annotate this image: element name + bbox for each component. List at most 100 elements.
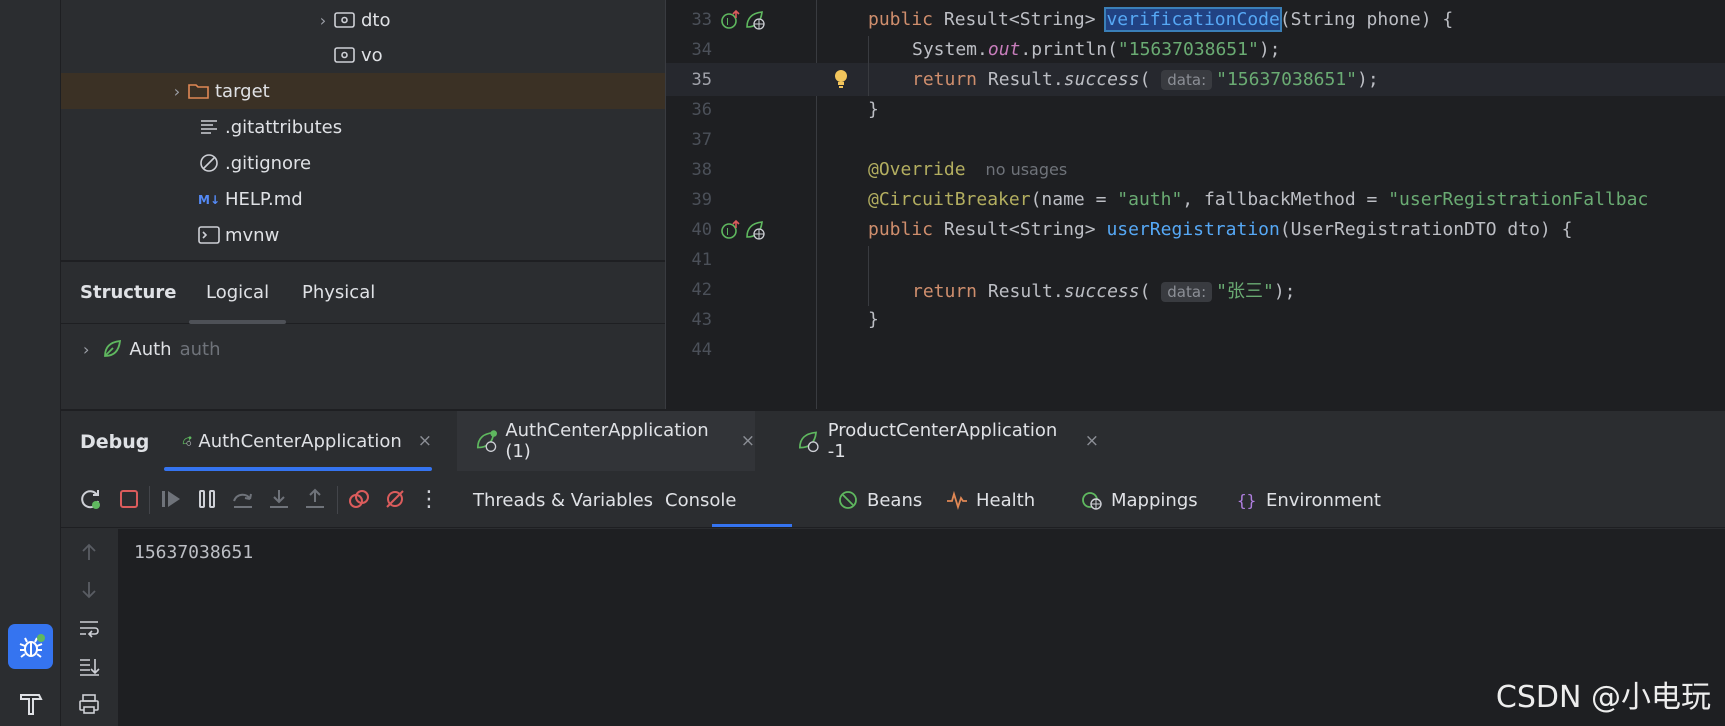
arrow-down-icon xyxy=(82,582,96,599)
text-file-icon xyxy=(197,116,221,138)
code-line[interactable]: 34 System.out.println("15637038651"); xyxy=(666,33,1725,66)
implementation-icon[interactable]: I xyxy=(720,9,742,31)
code-line[interactable]: 33 I public Result<String> verificationC… xyxy=(666,3,1725,36)
lightbulb-icon[interactable] xyxy=(831,68,851,95)
build-tool-button[interactable] xyxy=(8,680,53,725)
code-line[interactable]: 41 xyxy=(666,243,1725,276)
line-number: 36 xyxy=(691,99,712,120)
debug-tab-product-center[interactable]: ProductCenterApplication -1 × xyxy=(779,411,1099,471)
tree-item-mvnw[interactable]: mvnw xyxy=(61,217,665,253)
debug-tab-label: ProductCenterApplication -1 xyxy=(827,420,1058,462)
chevron-right-icon[interactable]: › xyxy=(167,82,187,101)
tree-item-vo[interactable]: vo xyxy=(61,37,665,73)
code-line[interactable]: 40 I public Result<String> userRegistrat… xyxy=(666,213,1725,246)
tree-item-gitignore[interactable]: .gitignore xyxy=(61,145,665,181)
arrow-up-icon xyxy=(82,543,96,560)
ignore-file-icon xyxy=(197,152,221,174)
code-text: return Result.success( data: "15637038651… xyxy=(912,69,1379,90)
gutter-icons[interactable]: I xyxy=(720,9,766,31)
code-line[interactable]: 42 return Result.success( data: "张三"); xyxy=(666,273,1725,306)
close-icon[interactable]: × xyxy=(741,431,755,451)
line-number: 33 xyxy=(691,9,712,30)
tab-console[interactable]: Console xyxy=(665,472,736,528)
tree-item-dto[interactable]: › dto xyxy=(61,2,665,38)
close-icon[interactable]: × xyxy=(418,431,432,451)
code-text: @CircuitBreaker(name = "auth", fallbackM… xyxy=(868,189,1649,210)
mute-breakpoints-button[interactable] xyxy=(381,485,409,513)
tab-mappings[interactable]: Mappings xyxy=(1081,472,1198,528)
tab-physical[interactable]: Physical xyxy=(302,282,375,303)
line-number: 34 xyxy=(691,39,712,60)
svg-text:M↓: M↓ xyxy=(198,193,220,207)
console-output[interactable]: 15637038651 xyxy=(118,529,1725,726)
soft-wrap-button[interactable] xyxy=(76,615,102,641)
rerun-button[interactable] xyxy=(77,485,105,513)
line-number: 38 xyxy=(691,159,712,180)
line-number: 42 xyxy=(691,279,712,300)
more-options-button[interactable]: ⋮ xyxy=(415,485,443,513)
tab-environment[interactable]: {} Environment xyxy=(1236,472,1381,528)
code-line-current[interactable]: 35 return Result.success( data: "15637038… xyxy=(666,63,1725,96)
tree-item-target[interactable]: › target xyxy=(61,73,665,109)
line-number: 44 xyxy=(691,339,712,360)
scroll-to-end-button[interactable] xyxy=(76,653,102,679)
tree-item-help-md[interactable]: M↓ HELP.md xyxy=(61,181,665,217)
close-icon[interactable]: × xyxy=(1085,431,1099,451)
code-line[interactable]: 36 } xyxy=(666,93,1725,126)
code-line[interactable]: 43 } xyxy=(666,303,1725,336)
spring-run-icon xyxy=(182,436,192,446)
structure-node-hint: auth xyxy=(179,338,221,360)
mappings-icon xyxy=(1082,492,1102,510)
tab-health[interactable]: Health xyxy=(946,472,1035,528)
step-into-button[interactable] xyxy=(265,485,293,513)
debug-tool-button[interactable] xyxy=(8,624,53,669)
active-view-indicator xyxy=(712,524,792,527)
health-icon xyxy=(947,490,967,510)
line-number: 43 xyxy=(691,309,712,330)
step-over-button[interactable] xyxy=(229,485,257,513)
beans-icon xyxy=(839,491,857,509)
scroll-to-end-icon xyxy=(80,659,100,676)
rerun-debug-icon xyxy=(81,490,100,509)
bug-icon xyxy=(19,633,45,658)
tree-item-label: dto xyxy=(361,9,391,31)
view-breakpoints-button[interactable] xyxy=(345,485,373,513)
tab-logical[interactable]: Logical xyxy=(206,282,269,303)
line-number: 40 xyxy=(691,219,712,240)
code-line[interactable]: 39 @CircuitBreaker(name = "auth", fallba… xyxy=(666,183,1725,216)
code-line[interactable]: 37 xyxy=(666,123,1725,156)
code-line[interactable]: 38 @Override no usages xyxy=(666,153,1725,186)
code-editor[interactable]: 33 I public Result<String> verificationC… xyxy=(666,0,1725,409)
implementation-icon[interactable]: I xyxy=(720,219,742,241)
printer-icon xyxy=(79,694,99,714)
line-number: 41 xyxy=(691,249,712,270)
scroll-up-button[interactable] xyxy=(76,539,102,565)
scroll-down-button[interactable] xyxy=(76,577,102,603)
web-endpoint-icon[interactable] xyxy=(744,219,766,241)
tree-item-label: vo xyxy=(361,44,383,66)
code-text: return Result.success( data: "张三"); xyxy=(912,280,1296,302)
line-number: 37 xyxy=(691,129,712,150)
resume-button[interactable] xyxy=(157,485,185,513)
code-text: } xyxy=(868,99,879,120)
spring-run-icon xyxy=(798,431,819,453)
stop-button[interactable] xyxy=(115,485,143,513)
chevron-right-icon[interactable]: › xyxy=(313,11,333,30)
pause-button[interactable] xyxy=(193,485,221,513)
step-out-button[interactable] xyxy=(301,485,329,513)
line-number: 39 xyxy=(691,189,712,210)
active-tab-indicator xyxy=(189,320,286,324)
chevron-right-icon[interactable]: › xyxy=(83,340,89,359)
tab-threads-variables[interactable]: Threads & Variables xyxy=(473,472,653,528)
code-line[interactable]: 44 xyxy=(666,333,1725,366)
web-endpoint-icon[interactable] xyxy=(744,9,766,31)
usages-hint[interactable]: no usages xyxy=(986,160,1068,179)
print-button[interactable] xyxy=(76,691,102,717)
debug-tab-auth-center-1[interactable]: AuthCenterApplication (1) × xyxy=(457,411,755,471)
tab-beans[interactable]: Beans xyxy=(837,472,922,528)
gutter-icons[interactable]: I xyxy=(720,219,766,241)
structure-node-auth[interactable]: › Auth auth xyxy=(83,338,221,360)
debug-tab-auth-center[interactable]: AuthCenterApplication × xyxy=(164,411,432,471)
debug-toolbar: ⋮ Threads & Variables Console Beans Heal… xyxy=(61,472,1725,528)
tree-item-gitattributes[interactable]: .gitattributes xyxy=(61,109,665,145)
